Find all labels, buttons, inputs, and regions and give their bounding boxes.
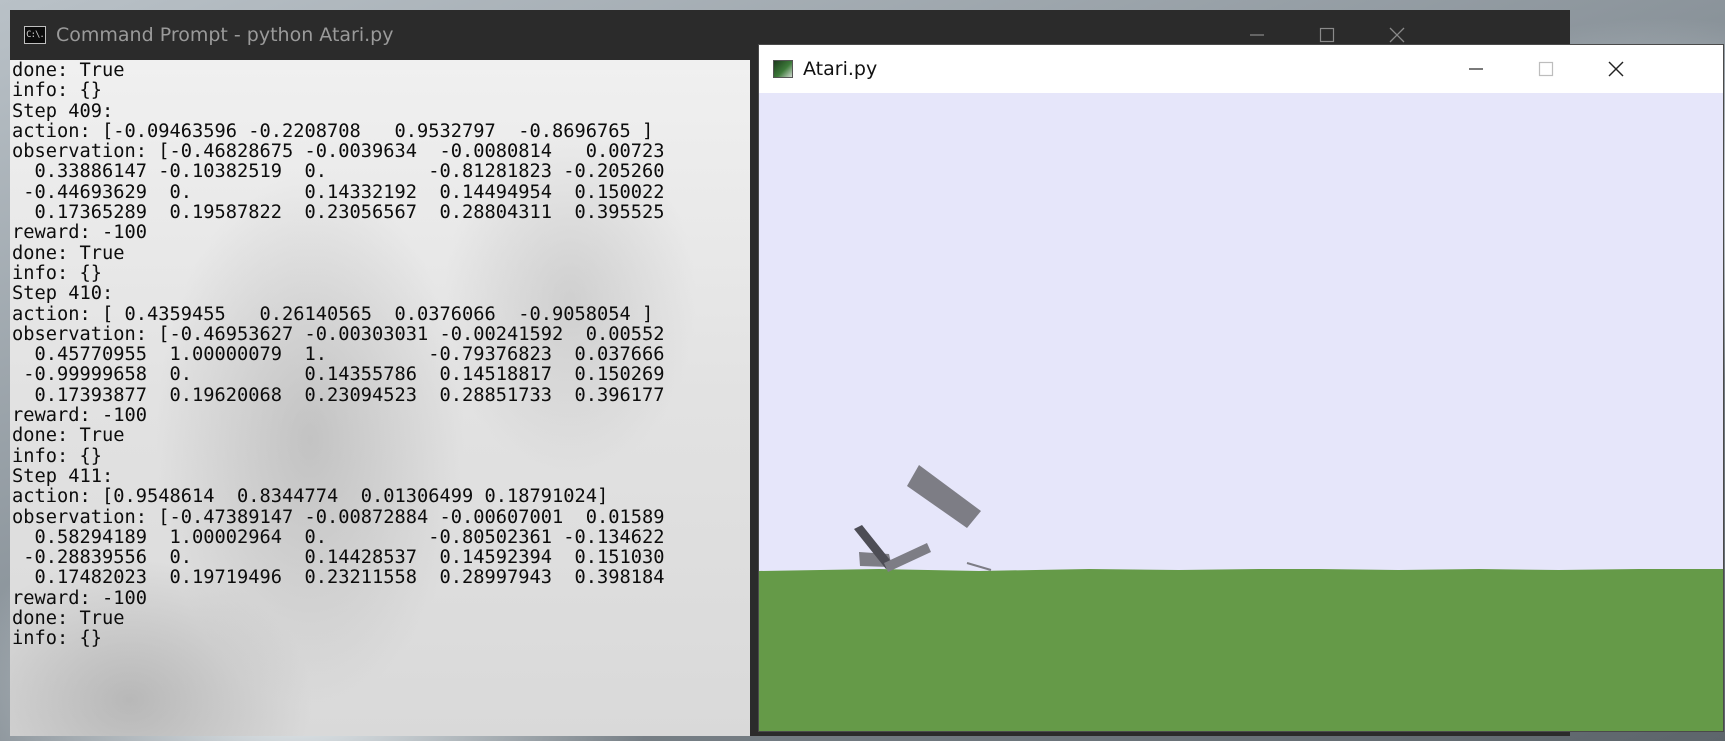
cmd-icon: C:\. (24, 26, 46, 44)
terminal-line: reward: -100 (12, 222, 148, 244)
terminal-line: info: {} (12, 80, 103, 102)
terminal-line: Step 410: (12, 283, 114, 305)
terminal-line: 0.17365289 0.19587822 0.23056567 0.28804… (12, 202, 665, 224)
minimize-icon (1469, 68, 1483, 70)
terminal-line: 0.33886147 -0.10382519 0. -0.81281823 -0… (12, 161, 665, 183)
terminal-output[interactable]: done: True info: {} Step 409: action: [-0.0… (10, 60, 750, 736)
atari-window[interactable]: Atari.py (758, 44, 1724, 732)
terminal-line: action: [-0.09463596 -0.2208708 0.953279… (12, 120, 654, 142)
atari-minimize-button[interactable] (1441, 45, 1511, 93)
terminal-line: done: True (12, 60, 125, 81)
cmd-window-title: Command Prompt - python Atari.py (56, 24, 394, 46)
terminal-line: done: True (12, 242, 125, 264)
terrain-ground (759, 569, 1723, 731)
terminal-line: 0.17393877 0.19620068 0.23094523 0.28851… (12, 384, 665, 406)
terminal-line: 0.58294189 1.00002964 0. -0.80502361 -0.… (12, 526, 665, 548)
close-icon (1389, 27, 1405, 43)
maximize-icon (1538, 61, 1554, 77)
python-app-icon (773, 60, 793, 78)
terminal-line: -0.99999658 0. 0.14355786 0.14518817 0.1… (12, 364, 665, 386)
terminal-text: done: True info: {} Step 409: action: [-0.0… (10, 60, 750, 650)
terminal-line: observation: [-0.46828675 -0.0039634 -0.… (12, 141, 665, 163)
terminal-line: reward: -100 (12, 587, 148, 609)
terminal-line: info: {} (12, 445, 103, 467)
atari-maximize-button[interactable] (1511, 45, 1581, 93)
terminal-line: observation: [-0.47389147 -0.00872884 -0… (12, 506, 665, 528)
maximize-icon (1319, 27, 1335, 43)
minimize-icon (1250, 34, 1264, 36)
atari-window-title: Atari.py (803, 58, 878, 80)
close-icon (1608, 61, 1624, 77)
atari-titlebar[interactable]: Atari.py (759, 45, 1723, 93)
terminal-line: info: {} (12, 262, 103, 284)
terminal-line: reward: -100 (12, 405, 148, 427)
terminal-line: info: {} (12, 628, 103, 650)
terminal-line: action: [ 0.4359455 0.26140565 0.0376066… (12, 303, 654, 325)
terminal-line: action: [0.9548614 0.8344774 0.01306499 … (12, 486, 609, 508)
terminal-line: -0.28839556 0. 0.14428537 0.14592394 0.1… (12, 547, 665, 569)
terminal-line: done: True (12, 425, 125, 447)
terminal-line: Step 409: (12, 100, 114, 122)
terminal-line: -0.44693629 0. 0.14332192 0.14494954 0.1… (12, 181, 665, 203)
terminal-line: observation: [-0.46953627 -0.00303031 -0… (12, 323, 665, 345)
atari-close-button[interactable] (1581, 45, 1651, 93)
terminal-line: 0.45770955 1.00000079 1. -0.79376823 0.0… (12, 344, 665, 366)
terminal-line: done: True (12, 608, 125, 630)
game-canvas[interactable] (759, 93, 1723, 731)
terminal-line: 0.17482023 0.19719496 0.23211558 0.28997… (12, 567, 665, 589)
terminal-line: Step 411: (12, 465, 114, 487)
